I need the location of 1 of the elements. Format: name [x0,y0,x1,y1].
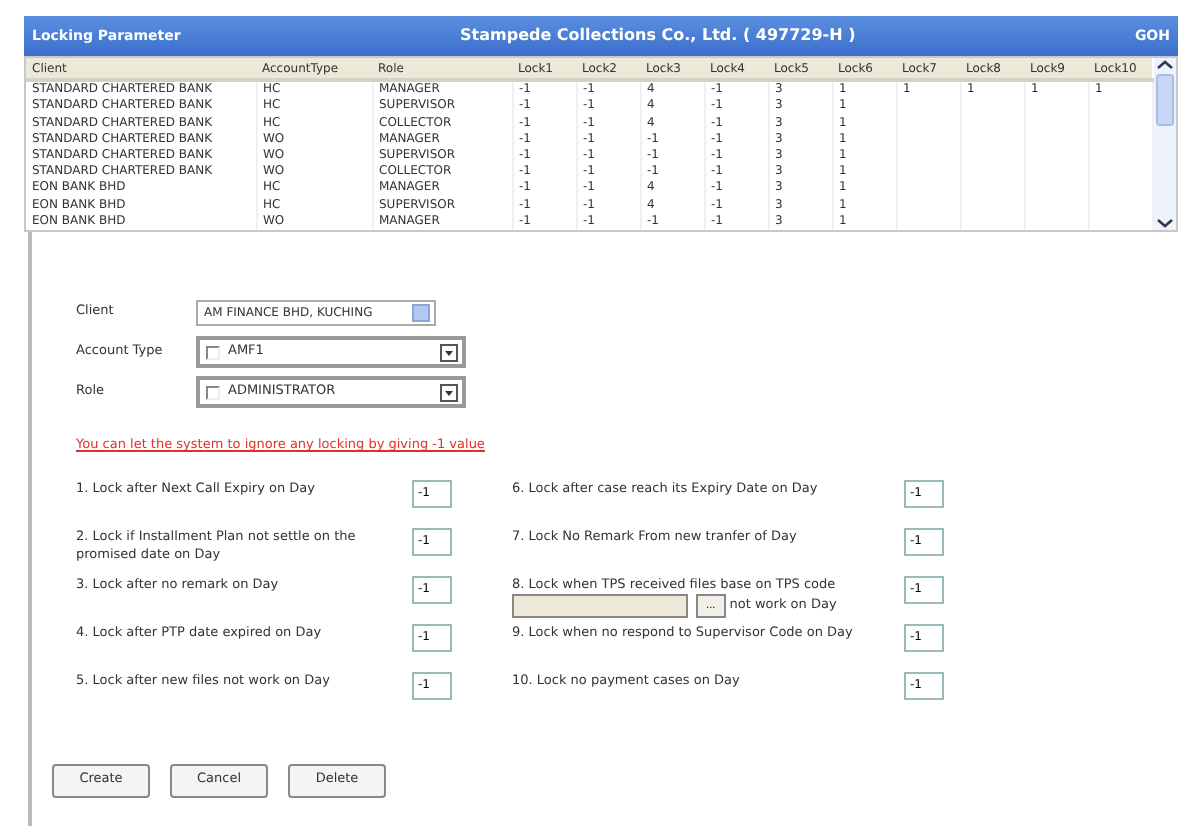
company-name: Stampede Collections Co., Ltd. ( 497729-H ) [458,24,858,48]
